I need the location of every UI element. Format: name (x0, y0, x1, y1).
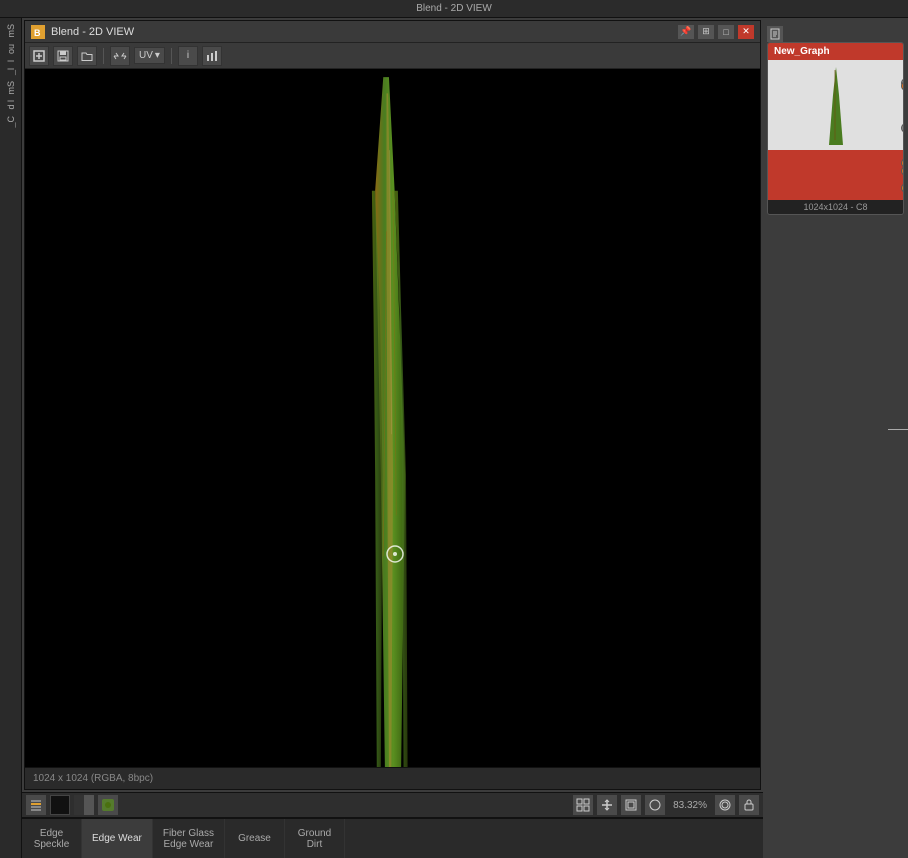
top-bar: Blend - 2D VIEW (0, 0, 908, 18)
sidebar-item-dl[interactable]: d l (6, 98, 16, 112)
info-btn[interactable]: i (178, 46, 198, 66)
node-header: New_Graph (768, 43, 903, 60)
save-btn[interactable] (53, 46, 73, 66)
layer-btn[interactable] (26, 795, 46, 815)
tab-edge-speckle-line1: Edge (40, 828, 63, 839)
new-btn[interactable] (29, 46, 49, 66)
main-content: mS ou l _l mS d l _C B Blend - 2D VIEW 📌… (0, 18, 908, 858)
tab-ground-line1: Ground (298, 828, 331, 839)
blend-titlebar: B Blend - 2D VIEW 📌 ⊞ □ ✕ (25, 21, 760, 43)
move-btn[interactable] (597, 795, 617, 815)
sidebar-item-c[interactable]: _C (6, 114, 16, 130)
tab-edge-speckle-line2: Speckle (34, 839, 70, 850)
top-bar-title: Blend - 2D VIEW (4, 3, 904, 14)
tab-ground-dirt[interactable]: Ground Dirt (285, 819, 345, 858)
settings-btn[interactable] (715, 795, 735, 815)
bottom-right: 83.32% (573, 795, 759, 815)
blend-icon: B (31, 25, 45, 39)
node-title: New_Graph (774, 46, 830, 57)
circle-btn[interactable] (645, 795, 665, 815)
node-size-label: 1024x1024 - C8 (768, 200, 903, 214)
tab-fiber-glass-edge-wear[interactable]: Fiber Glass Edge Wear (153, 819, 225, 858)
frame-btn[interactable] (621, 795, 641, 815)
uv-label: UV (139, 50, 153, 61)
connector-wire (888, 429, 908, 430)
zoom-percent: 83.32% (669, 800, 711, 811)
tabs-bar: Edge Speckle Edge Wear Fiber Glass Edge … (22, 818, 763, 858)
info-icon: i (187, 50, 189, 61)
viewport-status: 1024 x 1024 (RGBA, 8bpc) (25, 767, 760, 789)
pin-2[interactable] (901, 166, 904, 176)
left-sidebar: mS ou l _l mS d l _C (0, 18, 22, 858)
sidebar-item-ms2[interactable]: mS (6, 79, 16, 97)
node-doc-icon[interactable] (767, 26, 783, 42)
titlebar-icons: 📌 ⊞ □ ✕ (678, 25, 754, 39)
toolbar-sep1 (103, 48, 104, 64)
dropdown-arrow: ▾ (155, 50, 160, 61)
dark-square-btn[interactable] (50, 795, 70, 815)
maximize-button[interactable]: □ (718, 25, 734, 39)
lock-btn[interactable] (739, 795, 759, 815)
svg-text:B: B (34, 28, 41, 38)
blend-window: B Blend - 2D VIEW 📌 ⊞ □ ✕ (24, 20, 761, 790)
tab-grease-line1: Grease (238, 833, 271, 844)
half-square-btn[interactable] (74, 795, 94, 815)
center-panel: B Blend - 2D VIEW 📌 ⊞ □ ✕ (22, 18, 763, 858)
tab-edge-wear-line1: Edge Wear (92, 833, 142, 844)
output-pins (901, 43, 904, 214)
preview-btn[interactable] (98, 795, 118, 815)
chart-btn[interactable] (202, 46, 222, 66)
sidebar-item-l2[interactable]: _l (6, 66, 16, 77)
sidebar-item-l[interactable]: l (6, 58, 16, 64)
grass-blade-svg (333, 69, 453, 767)
pin-button[interactable]: 📌 (678, 25, 694, 39)
viewport[interactable] (25, 69, 760, 767)
close-button[interactable]: ✕ (738, 25, 754, 39)
tab-fiber-line2: Edge Wear (163, 839, 213, 850)
toolbar-sep2 (171, 48, 172, 64)
tab-ground-line2: Dirt (307, 839, 323, 850)
node-preview-top (768, 60, 903, 150)
viewport-size-label: 1024 x 1024 (RGBA, 8bpc) (33, 773, 153, 784)
bottom-toolbar: 83.32% (22, 792, 763, 818)
sidebar-item-ms1[interactable]: mS (6, 22, 16, 40)
uv-dropdown[interactable]: UV ▾ (134, 47, 165, 64)
right-panel: New_Graph (763, 18, 908, 858)
split-button[interactable]: ⊞ (698, 25, 714, 39)
tab-grease[interactable]: Grease (225, 819, 285, 858)
grid-view-btn[interactable] (573, 795, 593, 815)
open-btn[interactable] (77, 46, 97, 66)
toolbar: UV ▾ i (25, 43, 760, 69)
tab-edge-speckle[interactable]: Edge Speckle (22, 819, 82, 858)
sidebar-item-ou[interactable]: ou (6, 42, 16, 56)
flip-btn[interactable] (110, 46, 130, 66)
blend-window-title: Blend - 2D VIEW (51, 26, 672, 38)
node-card[interactable]: New_Graph (767, 42, 904, 215)
tab-edge-wear[interactable]: Edge Wear (82, 819, 153, 858)
tab-fiber-line1: Fiber Glass (163, 828, 214, 839)
node-preview-bottom (768, 150, 903, 200)
pin-1[interactable] (901, 81, 904, 91)
